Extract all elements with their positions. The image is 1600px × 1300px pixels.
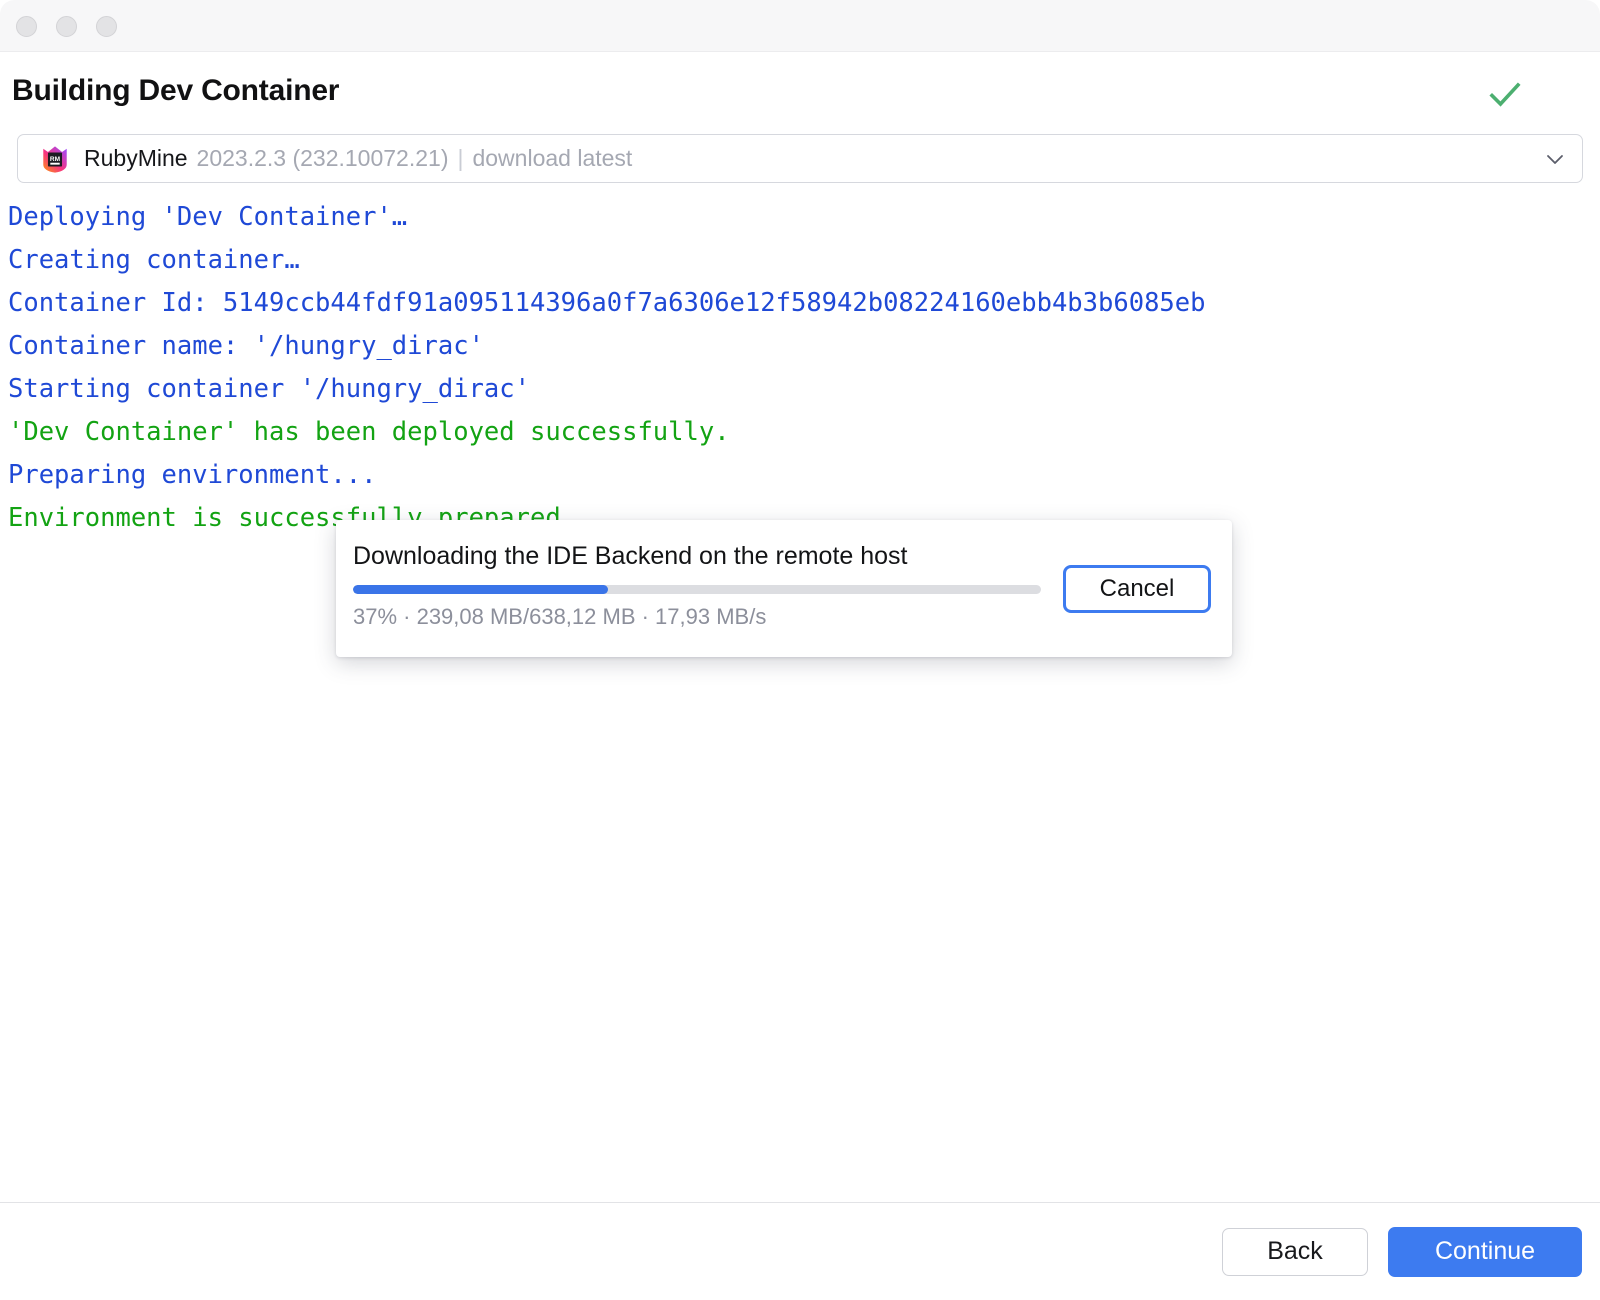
chevron-down-icon[interactable] [1544,148,1566,170]
page-title: Building Dev Container [12,74,339,108]
console-line: Container Id: 5149ccb44fdf91a095114396a0… [8,282,1592,325]
dialog-title: Downloading the IDE Backend on the remot… [353,542,908,571]
traffic-light-buttons [16,16,117,37]
console-line: Preparing environment... [8,454,1592,497]
rubymine-logo-icon: RM [40,144,70,174]
zoom-window-button[interactable] [96,16,117,37]
cancel-button[interactable]: Cancel [1063,565,1211,613]
download-latest-link[interactable]: download latest [472,145,632,172]
ide-name-label: RubyMine [84,145,188,172]
console-line: 'Dev Container' has been deployed succes… [8,411,1592,454]
ide-selector-dropdown[interactable]: RM RubyMine 2023.2.3 (232.10072.21) | do… [17,134,1583,183]
ide-separator: | [457,145,463,172]
download-status-text: 37% · 239,08 MB/638,12 MB · 17,93 MB/s [353,604,766,630]
app-window: Building Dev Container RM RubyMine 2023.… [0,0,1600,1300]
title-bar [0,0,1600,52]
console-line: Deploying 'Dev Container'… [8,196,1592,239]
download-progress-fill [353,585,608,594]
minimize-window-button[interactable] [56,16,77,37]
console-line: Creating container… [8,239,1592,282]
svg-text:RM: RM [50,155,61,162]
download-progress-bar [353,585,1041,594]
download-progress-dialog: Downloading the IDE Backend on the remot… [336,520,1232,657]
continue-button[interactable]: Continue [1388,1227,1582,1277]
ide-version-label: 2023.2.3 (232.10072.21) [197,145,449,172]
back-button[interactable]: Back [1222,1228,1368,1276]
console-line: Starting container '/hungry_dirac' [8,368,1592,411]
console-line: Container name: '/hungry_dirac' [8,325,1592,368]
check-icon [1488,78,1522,112]
close-window-button[interactable] [16,16,37,37]
build-log-console: Deploying 'Dev Container'…Creating conta… [0,196,1600,1156]
footer-actions: Back Continue [0,1203,1600,1300]
